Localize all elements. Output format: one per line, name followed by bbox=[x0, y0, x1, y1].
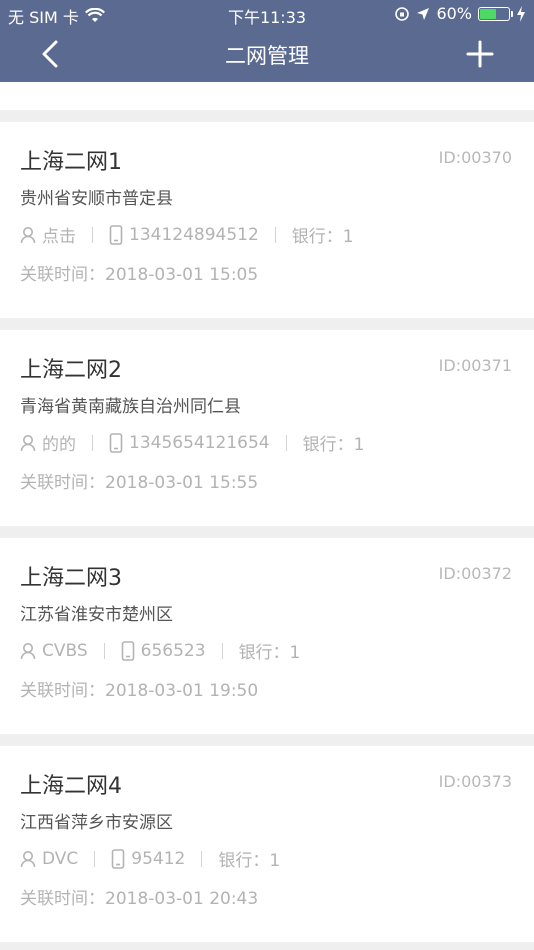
phone-icon bbox=[111, 848, 125, 869]
navigation-bar: 二网管理 bbox=[0, 28, 534, 82]
network-address: 青海省黄南藏族自治州同仁县 bbox=[20, 397, 241, 417]
add-button[interactable] bbox=[464, 38, 496, 70]
link-time: 关联时间：2018-03-01 15:55 bbox=[20, 473, 259, 493]
network-meta: 的的 1345654121654 银行：1 bbox=[20, 430, 364, 455]
battery-fill bbox=[480, 8, 497, 19]
bank-count: 银行：1 bbox=[302, 435, 365, 455]
network-name: 上海二网4 bbox=[20, 774, 122, 799]
network-name: 上海二网2 bbox=[20, 358, 122, 383]
network-card[interactable]: 上海二网2 ID:00371 青海省黄南藏族自治州同仁县 的的 13456541… bbox=[0, 330, 534, 526]
status-right: 60% bbox=[394, 4, 526, 23]
link-time: 关联时间：2018-03-01 15:05 bbox=[20, 265, 259, 285]
meta-divider bbox=[274, 226, 276, 243]
contact-phone: 134124894512 bbox=[129, 224, 259, 245]
network-card[interactable]: 上海二网3 ID:00372 江苏省淮安市楚州区 CVBS 656523 银行：… bbox=[0, 538, 534, 734]
charging-icon bbox=[517, 5, 525, 22]
bank-count: 银行：1 bbox=[291, 227, 354, 247]
network-id: ID:00371 bbox=[438, 356, 512, 375]
network-list: 上海二网1 ID:00370 贵州省安顺市普定县 点击 134124894512… bbox=[0, 122, 534, 950]
location-icon bbox=[417, 7, 430, 20]
network-address: 贵州省安顺市普定县 bbox=[20, 189, 173, 209]
phone-icon bbox=[121, 640, 134, 661]
person-icon bbox=[20, 226, 36, 243]
battery-icon bbox=[478, 6, 513, 21]
network-id: ID:00373 bbox=[438, 772, 512, 791]
person-icon bbox=[20, 642, 36, 659]
contact-name: DVC bbox=[42, 848, 79, 869]
bank-count: 银行：1 bbox=[238, 643, 301, 663]
meta-divider bbox=[92, 226, 93, 243]
network-card[interactable]: 上海二网4 ID:00373 江西省萍乡市安源区 DVC 95412 银行：1 … bbox=[0, 746, 534, 942]
network-name: 上海二网3 bbox=[20, 566, 122, 591]
contact-phone: 1345654121654 bbox=[129, 432, 270, 453]
network-meta: DVC 95412 银行：1 bbox=[20, 846, 280, 871]
meta-divider bbox=[92, 434, 93, 451]
contact-name: 点击 bbox=[42, 227, 76, 247]
contact-name: CVBS bbox=[42, 640, 88, 661]
bank-count: 银行：1 bbox=[218, 851, 281, 871]
meta-divider bbox=[103, 642, 105, 659]
contact-phone: 656523 bbox=[140, 640, 206, 661]
network-meta: 点击 134124894512 银行：1 bbox=[20, 222, 354, 247]
meta-divider bbox=[201, 850, 203, 867]
contact-name: 的的 bbox=[42, 435, 76, 455]
page-title: 二网管理 bbox=[225, 44, 309, 68]
top-bar: 无 SIM 卡 下午11:33 60% 二网管理 bbox=[0, 0, 534, 82]
phone-icon bbox=[109, 432, 123, 453]
list-header-spacer bbox=[0, 82, 534, 110]
meta-divider bbox=[221, 642, 223, 659]
battery-percent: 60% bbox=[436, 4, 472, 23]
network-address: 江西省萍乡市安源区 bbox=[20, 813, 173, 833]
screen: 无 SIM 卡 下午11:33 60% 二网管理 上海二网1 ID:00370 … bbox=[0, 0, 534, 950]
network-id: ID:00370 bbox=[438, 148, 512, 167]
phone-icon bbox=[109, 224, 123, 245]
meta-divider bbox=[285, 434, 287, 451]
network-meta: CVBS 656523 银行：1 bbox=[20, 638, 300, 663]
status-bar: 无 SIM 卡 下午11:33 60% bbox=[0, 0, 534, 28]
meta-divider bbox=[94, 850, 96, 867]
person-icon bbox=[20, 850, 36, 867]
plus-icon bbox=[466, 40, 494, 68]
network-card[interactable]: 上海二网1 ID:00370 贵州省安顺市普定县 点击 134124894512… bbox=[0, 122, 534, 318]
contact-phone: 95412 bbox=[131, 848, 186, 869]
network-name: 上海二网1 bbox=[20, 150, 122, 175]
link-time: 关联时间：2018-03-01 20:43 bbox=[20, 889, 259, 909]
link-time: 关联时间：2018-03-01 19:50 bbox=[20, 681, 259, 701]
network-address: 江苏省淮安市楚州区 bbox=[20, 605, 173, 625]
network-id: ID:00372 bbox=[438, 564, 512, 583]
orientation-lock-icon bbox=[395, 6, 410, 21]
person-icon bbox=[20, 434, 36, 451]
